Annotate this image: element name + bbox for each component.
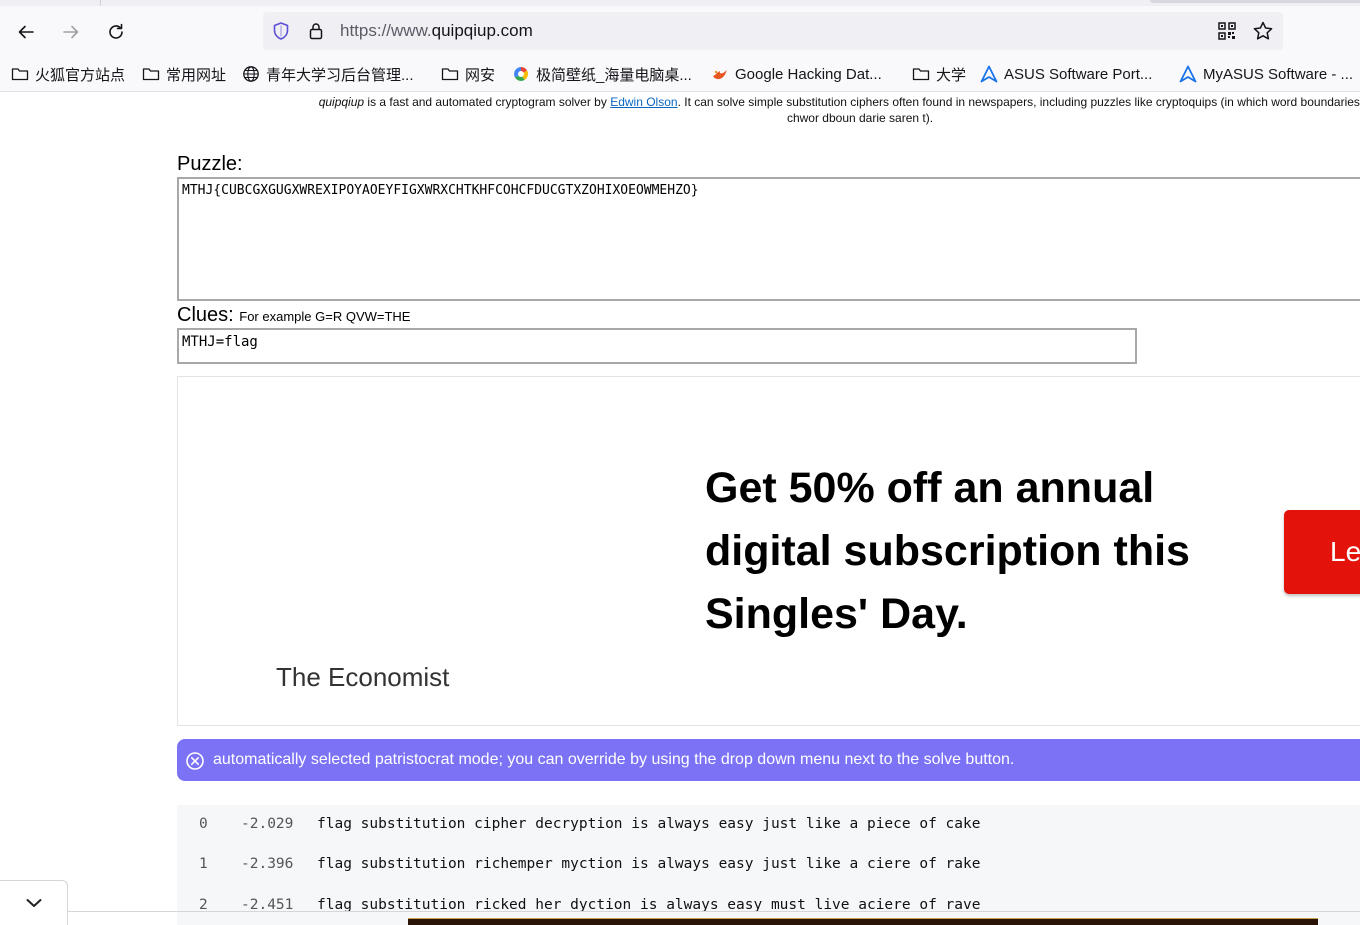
result-row[interactable]: 1 -2.396 flag substitution richemper myc… xyxy=(177,856,1360,878)
bookmark-label: ASUS Software Port... xyxy=(1004,65,1153,83)
tab-divider xyxy=(100,0,101,6)
back-button[interactable] xyxy=(10,16,42,48)
bookmark-label: 极简壁纸_海量电脑桌... xyxy=(536,66,692,84)
author-link[interactable]: Edwin Olson xyxy=(610,95,677,109)
notice-text: automatically selected patristocrat mode… xyxy=(213,751,1015,768)
chevron-down-icon xyxy=(26,899,41,907)
mode-notice: automatically selected patristocrat mode… xyxy=(177,739,1360,781)
bookmark-label: MyASUS Software - ... xyxy=(1203,65,1354,83)
tab-divider xyxy=(1150,0,1360,3)
clues-label: Clues: xyxy=(177,304,234,326)
bookmarks-toolbar: 火狐官方站点 常用网址 青年大学习后台管理... 网安 极简壁纸_海量电脑桌..… xyxy=(0,60,1360,88)
site-name: quipqiup xyxy=(318,95,365,109)
clues-hint: For example G=R QVW=THE xyxy=(239,309,411,324)
ad-brand: The Economist xyxy=(276,662,450,692)
bookmark-label: 火狐官方站点 xyxy=(35,66,126,84)
folder-icon xyxy=(141,64,161,84)
arrow-left-icon xyxy=(18,25,34,39)
close-circle-icon[interactable] xyxy=(185,751,205,771)
result-text: flag substitution richemper myction is a… xyxy=(317,856,981,872)
bookmark-item[interactable]: 大学 xyxy=(911,60,966,88)
puzzle-textarea[interactable]: MTHJ{CUBCGXGUGXWREXIPOYAOEYFIGXWRXCHTKHF… xyxy=(177,177,1360,301)
result-row[interactable]: 2 -2.451 flag substitution ricked her dy… xyxy=(177,897,1360,919)
bookmark-star-icon[interactable] xyxy=(1252,20,1274,42)
result-index: 1 xyxy=(199,856,208,872)
result-score: -2.029 xyxy=(241,816,294,832)
puzzle-label: Puzzle: xyxy=(177,153,243,175)
bookmark-label: 网安 xyxy=(465,66,496,84)
bookmark-label: 常用网址 xyxy=(166,66,227,84)
result-row[interactable]: 0 -2.029 flag substitution cipher decryp… xyxy=(177,816,1360,838)
bookmark-item[interactable]: ASUS Software Port... xyxy=(979,60,1152,88)
advertisement[interactable]: The Economist Get 50% off an annual digi… xyxy=(177,376,1360,726)
page-content: quipqiup is a fast and automated cryptog… xyxy=(0,92,1360,925)
intro-sentence-end: . It can solve simple substitution ciphe… xyxy=(677,95,1360,109)
arrow-right-icon xyxy=(63,25,79,39)
result-text: flag substitution cipher decryption is a… xyxy=(317,816,981,832)
reload-button[interactable] xyxy=(100,16,132,48)
forward-button[interactable] xyxy=(55,16,87,48)
collapse-toggle-button[interactable] xyxy=(0,880,68,925)
ad-cta-button[interactable]: Le xyxy=(1284,510,1360,594)
qr-code-icon[interactable] xyxy=(1217,21,1237,41)
asus-icon xyxy=(1178,64,1198,84)
bookmark-label: 大学 xyxy=(936,66,967,84)
intro-example: chwor dboun darie saren t). xyxy=(786,111,934,125)
reload-icon xyxy=(109,23,123,39)
address-bar[interactable]: https://www.quipqiup.com xyxy=(263,12,1283,50)
results-list: 0 -2.029 flag substitution cipher decryp… xyxy=(177,805,1360,925)
url-domain: quipqiup.com xyxy=(431,21,533,40)
intro-sentence-start: is a fast and automated cryptogram solve… xyxy=(364,95,611,109)
bottom-banner-ad[interactable] xyxy=(408,918,1318,925)
colorful-ring-icon xyxy=(511,64,531,84)
bookmark-item[interactable]: 常用网址 xyxy=(141,60,226,88)
result-index: 0 xyxy=(199,816,208,832)
clues-input[interactable]: MTHJ=flag xyxy=(177,328,1137,364)
browser-toolbar: https://www.quipqiup.com 火狐官方站点 常用网址 青年大… xyxy=(0,0,1360,92)
result-score: -2.396 xyxy=(241,856,294,872)
bookmark-label: Google Hacking Dat... xyxy=(735,65,882,83)
globe-icon xyxy=(241,64,261,84)
bookmark-item[interactable]: Google Hacking Dat... xyxy=(710,60,882,88)
url-text[interactable]: https://www.quipqiup.com xyxy=(340,21,533,41)
folder-icon xyxy=(911,64,931,84)
tracking-protection-shield-icon[interactable] xyxy=(271,21,291,41)
bookmark-item[interactable]: 青年大学习后台管理... xyxy=(241,60,414,88)
ad-headline[interactable]: Get 50% off an annual digital subscripti… xyxy=(705,457,1265,646)
folder-icon xyxy=(10,64,30,84)
divider xyxy=(68,911,1360,912)
bookmark-label: 青年大学习后台管理... xyxy=(266,66,414,84)
asus-icon xyxy=(979,64,999,84)
lock-icon[interactable] xyxy=(306,21,326,41)
url-scheme: https://www. xyxy=(340,21,432,40)
bookmark-item[interactable]: 网安 xyxy=(440,60,495,88)
clues-label-row: Clues: For example G=R QVW=THE xyxy=(177,303,410,329)
flame-icon xyxy=(710,64,730,84)
intro-text: quipqiup is a fast and automated cryptog… xyxy=(160,94,1360,126)
folder-icon xyxy=(440,64,460,84)
bookmark-item[interactable]: 火狐官方站点 xyxy=(10,60,125,88)
bookmark-item[interactable]: MyASUS Software - ... xyxy=(1178,60,1353,88)
bookmark-item[interactable]: 极简壁纸_海量电脑桌... xyxy=(511,60,692,88)
